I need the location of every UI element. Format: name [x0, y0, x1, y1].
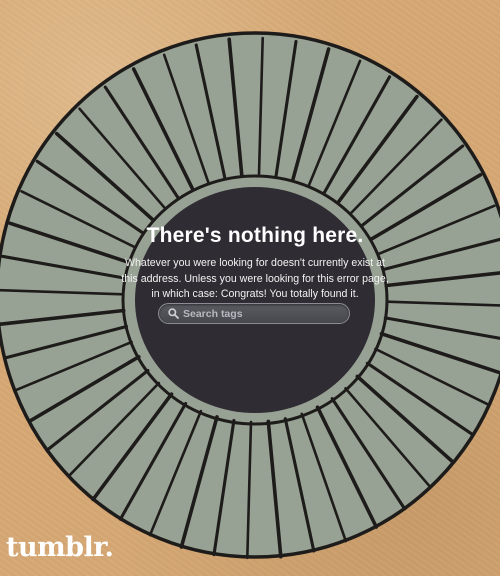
page-title: There's nothing here. [146, 224, 364, 247]
message-line: this address. Unless you were looking fo… [121, 272, 389, 285]
tumblr-logo[interactable]: tumblr. [6, 533, 114, 563]
search-box[interactable] [158, 303, 350, 324]
message-line: Whatever you were looking for doesn't cu… [125, 257, 385, 269]
search-input[interactable] [183, 304, 343, 323]
magnifier-icon [168, 308, 179, 319]
error-message: Whatever you were looking for doesn't cu… [105, 256, 405, 303]
message-line: in which case: Congrats! You totally fou… [151, 288, 359, 300]
error-content: There's nothing here. Whatever you were … [105, 222, 405, 303]
